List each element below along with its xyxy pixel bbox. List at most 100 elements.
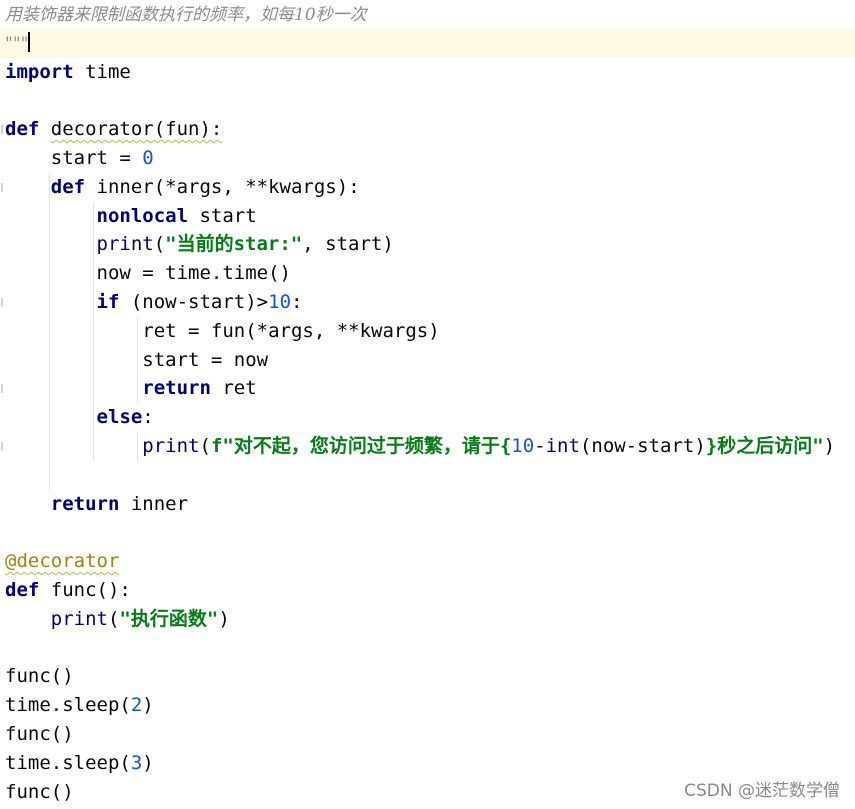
code-token: :: [142, 406, 154, 429]
indent-guide: [93, 316, 94, 346]
code-line[interactable]: [0, 518, 855, 547]
fold-marker-icon[interactable]: [1, 298, 3, 307]
code-token: print: [96, 233, 154, 256]
code-line[interactable]: import time: [0, 58, 855, 87]
fold-marker-icon[interactable]: [1, 182, 3, 192]
code-line[interactable]: print("执行函数"): [0, 605, 855, 634]
code-token: now = time.time(): [5, 262, 291, 285]
code-line[interactable]: func(): [0, 662, 855, 691]
fold-marker-icon[interactable]: [1, 442, 3, 451]
indent-guide: [93, 259, 94, 288]
code-line[interactable]: start = now: [0, 345, 855, 375]
code-token: func(): [5, 723, 74, 745]
code-token: (: [107, 607, 120, 630]
code-line[interactable]: [0, 634, 855, 663]
indent-guide: [93, 345, 94, 375]
code-line[interactable]: print(f"对不起，您访问过于频繁，请于{10-int(now-start)…: [0, 432, 855, 461]
code-line[interactable]: else:: [0, 403, 855, 432]
code-token: inner: [119, 492, 189, 515]
code-token: 0: [142, 147, 154, 169]
code-token: func():: [39, 579, 131, 601]
code-token: }秒之后访问": [705, 435, 824, 457]
code-line[interactable]: def decorator(fun):: [0, 115, 855, 144]
indent-guide: [49, 432, 50, 461]
indent-guide: [49, 230, 50, 260]
csdn-watermark: CSDN @迷茫数学僧: [684, 781, 840, 801]
indent-guide: [93, 374, 94, 404]
code-token: nonlocal: [96, 204, 189, 227]
code-line[interactable]: return ret: [0, 374, 855, 404]
indent-guide: [49, 288, 50, 317]
code-token: inner(*args, **kwargs):: [85, 175, 360, 198]
code-token: func(): [5, 780, 74, 803]
code-line[interactable]: time.sleep(2): [0, 691, 855, 720]
code-token: print: [50, 607, 108, 630]
code-line[interactable]: [0, 86, 855, 115]
code-token: @decorator: [5, 550, 120, 573]
code-token: start: [188, 204, 257, 227]
code-token: 10: [268, 291, 292, 313]
indent-guide: [93, 288, 94, 317]
code-line[interactable]: """: [0, 28, 855, 58]
code-line[interactable]: nonlocal start: [0, 201, 855, 231]
code-token: def: [50, 175, 86, 198]
indent-guide: [49, 172, 50, 202]
code-token: ): [142, 694, 154, 717]
code-token: return: [142, 377, 211, 400]
fold-marker-icon[interactable]: [1, 125, 3, 135]
code-line[interactable]: time.sleep(3): [0, 749, 855, 778]
indent-guide: [49, 345, 50, 375]
code-line[interactable]: def func():: [0, 576, 855, 605]
code-line[interactable]: return inner: [0, 490, 855, 519]
code-token: if: [96, 291, 120, 313]
indent-guide: [49, 316, 50, 346]
code-token: decorator(fun):: [50, 118, 223, 141]
code-line[interactable]: 用装饰器来限制函数执行的频率，如每10秒一次: [0, 0, 855, 29]
indent-guide: [93, 230, 94, 260]
code-token: f"对不起，您访问过于频繁，请于{: [210, 435, 512, 457]
indent-guide: [49, 374, 50, 404]
indent-guide: [137, 345, 138, 375]
code-token: func(): [5, 665, 74, 688]
code-token: def: [5, 118, 40, 141]
code-token: -: [534, 435, 546, 457]
code-line[interactable]: ret = fun(*args, **kwargs): [0, 316, 855, 346]
code-token: ret: [210, 377, 257, 400]
indent-guide: [49, 201, 50, 231]
code-token: ret = fun(*args, **kwargs): [5, 319, 440, 342]
indent-guide: [49, 460, 50, 490]
indent-guide: [93, 432, 94, 461]
text-caret: [28, 31, 31, 52]
code-line[interactable]: print("当前的star:", start): [0, 230, 855, 260]
code-token: 2: [130, 694, 143, 717]
code-line[interactable]: start = 0: [0, 144, 855, 173]
code-line[interactable]: now = time.time(): [0, 259, 855, 288]
code-token: :: [291, 291, 303, 313]
indent-guide: [49, 259, 50, 288]
indent-guide: [137, 432, 138, 461]
code-line[interactable]: func(): [0, 720, 855, 749]
code-token: else: [96, 406, 143, 429]
indent-guide: [93, 201, 94, 231]
code-line[interactable]: @decorator: [0, 547, 855, 576]
code-token: return: [50, 492, 120, 515]
code-token: time.sleep(: [5, 694, 131, 717]
code-token: time: [73, 60, 131, 83]
code-line[interactable]: if (now-start)>10:: [0, 288, 855, 317]
code-token: ): [142, 751, 154, 774]
code-token: "执行函数": [119, 607, 219, 630]
fold-marker-icon[interactable]: [1, 384, 3, 394]
code-line[interactable]: def inner(*args, **kwargs):: [0, 172, 855, 202]
code-token: ): [823, 435, 836, 457]
code-editor[interactable]: 用装饰器来限制函数执行的频率，如每10秒一次 """ import time def …: [0, 0, 855, 809]
code-token: (: [153, 233, 166, 256]
code-token: int: [545, 435, 580, 457]
code-token: , start): [302, 233, 394, 256]
code-line[interactable]: [0, 460, 855, 490]
